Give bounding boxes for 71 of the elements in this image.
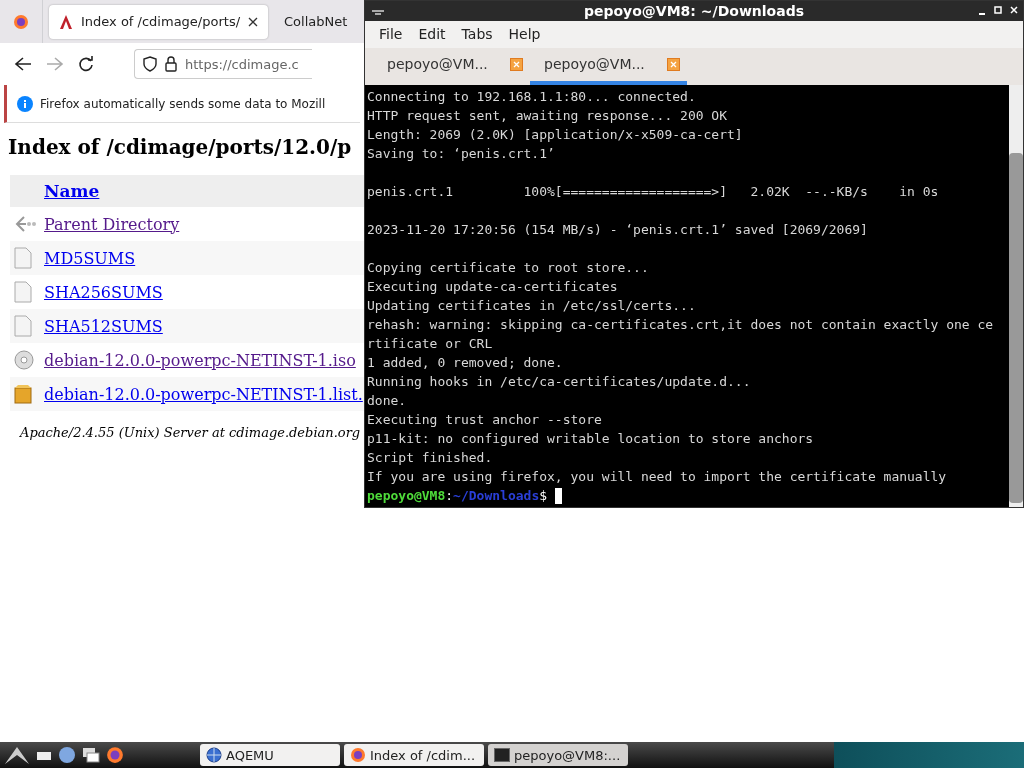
folder-icon[interactable] [36,749,52,761]
package-icon [14,384,32,404]
terminal-line: Length: 2069 (2.0K) [application/x-x509-ca-cert] [367,127,743,142]
file-icon [14,247,32,269]
tab-close-icon[interactable] [666,57,680,71]
terminal-line: p11-kit: no configured writable location to store anchors [367,431,814,446]
file-icon [14,281,32,303]
browser-tab[interactable]: Index of /cdimage/ports/ [49,4,269,39]
menu-item[interactable]: Help [500,26,549,43]
maximize-icon[interactable] [993,4,1003,16]
terminal-line: Script finished. [367,450,493,465]
terminal-line: Executing trust anchor --store [367,412,602,427]
server-signature: Apache/2.4.55 (Unix) Server at cdimage.debian.org [20,425,361,440]
terminal-tab[interactable]: pepoyo@VM... [530,47,687,85]
terminal-line: rehash: warning: skipping ca-certificates.crt,it does not contain exactly one ce [367,317,994,332]
terminal-line: penis.crt.1 100%[===================>] 2.02K --.-KB/s in 0s [367,184,939,199]
a-logo-icon [59,13,73,30]
shield-icon [143,56,157,72]
browser-tab[interactable]: CollabNet [274,4,358,39]
prompt-separator: : [445,488,454,503]
terminal-line: Executing update-ca-certificates [367,279,618,294]
file-link[interactable]: SHA256SUMS [44,282,163,302]
window-title: pepoyo@VM8: ~/Downloads [365,1,1023,21]
taskbar-button[interactable]: Index of /cdim... [344,744,484,766]
back-icon[interactable] [14,56,32,72]
terminal-line: rtificate or CRL [367,336,493,351]
firefox-icon [350,747,366,763]
prompt-symbol: $ [539,488,548,503]
terminal-line: Saving to: ‘penis.crt.1’ [367,146,555,161]
address-bar[interactable]: https://cdimage.c [134,49,312,79]
globe-icon [206,747,222,763]
file-link[interactable]: MD5SUMS [44,248,136,268]
reload-icon[interactable] [78,56,94,72]
prompt-user: pepoyo@VM8 [367,488,446,503]
close-icon[interactable] [248,16,259,27]
taskbar-button[interactable]: AQEMU [200,744,340,766]
page-heading: Index of /cdimage/ports/12.0/p [8,135,352,159]
file-icon [14,315,32,337]
terminal-tab[interactable]: pepoyo@VM... [373,47,530,85]
terminal-line: Running hooks in /etc/ca-certificates/update.d... [367,374,751,389]
terminal-icon [494,748,510,762]
file-link[interactable]: debian-12.0.0-powerpc-NETINST-1.iso [44,350,356,370]
tab-close-icon[interactable] [509,57,523,71]
text-cursor [554,488,562,505]
windows-icon[interactable] [82,747,100,763]
terminal-line: HTTP request sent, awaiting response... 200 OK [367,108,728,123]
name-column-link[interactable]: Name [44,181,100,201]
terminal-line: Copying certificate to root store... [367,260,649,275]
file-link[interactable]: Parent Directory [44,214,180,234]
lock-icon [165,56,177,72]
terminal-line: If you are using firefox, you will need to import the certificate manually [367,469,947,484]
firefox-icon [106,746,124,764]
notification-text: Firefox automatically sends some data to Mozill [40,96,326,111]
terminal-line: 1 added, 0 removed; done. [367,355,563,370]
terminal-line: 2023-11-20 17:20:56 (154 MB/s) - ‘penis.crt.1’ saved [2069/2069] [367,222,868,237]
disc-icon [14,350,34,370]
scrollbar[interactable] [1009,85,1023,507]
menu-item[interactable]: Tabs [453,26,501,43]
back-arrow-icon [14,215,36,233]
prompt-path: ~/Downloads [453,488,540,503]
start-menu-icon[interactable] [4,745,30,765]
close-icon[interactable] [1009,4,1019,16]
menu-item[interactable]: File [371,26,411,43]
info-icon [17,95,33,112]
terminal-line: Updating certificates in /etc/ssl/certs... [367,298,696,313]
firefox-icon [13,13,29,30]
globe-icon[interactable] [58,746,76,764]
taskbar-button[interactable]: pepoyo@VM8:... [488,744,628,766]
terminal-line: done. [367,393,407,408]
menu-item[interactable]: Edit [410,26,454,43]
terminal-line: Connecting to 192.168.1.1:80... connected. [367,89,696,104]
